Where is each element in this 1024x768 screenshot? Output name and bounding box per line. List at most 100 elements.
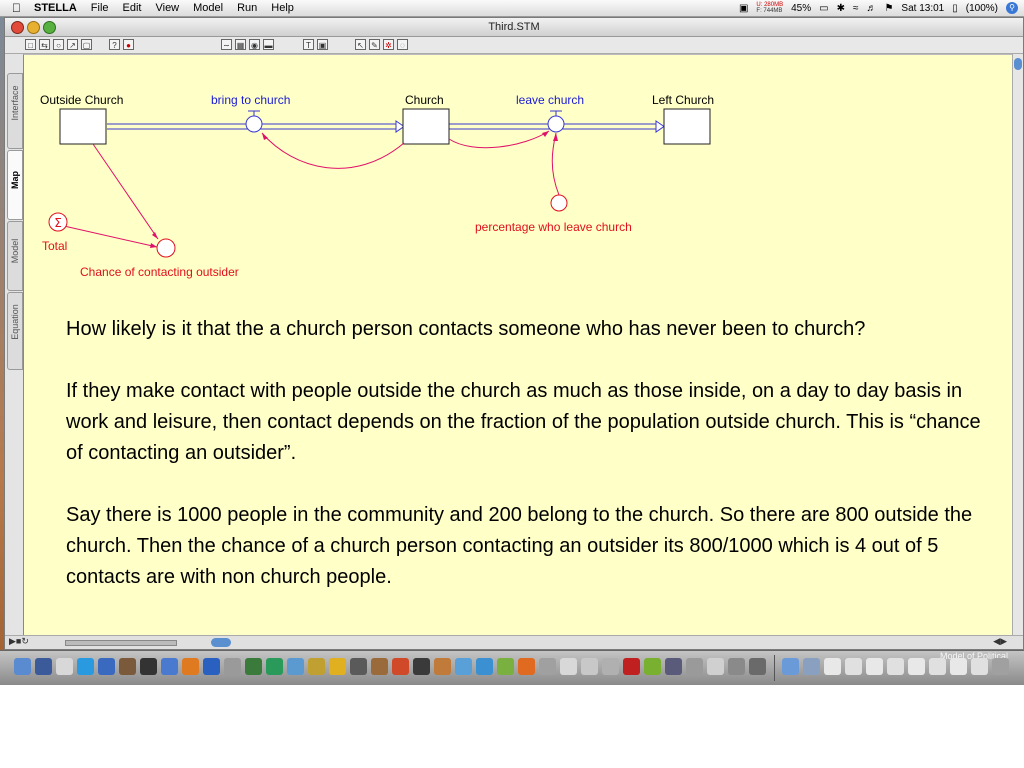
battery-icon[interactable]: ▯ bbox=[952, 3, 958, 14]
minimized-window-4[interactable] bbox=[887, 658, 904, 675]
app-icon-14[interactable] bbox=[287, 658, 304, 675]
bluetooth-icon[interactable]: ✱ bbox=[837, 3, 845, 14]
app-icon-33[interactable] bbox=[686, 658, 703, 675]
minimized-window-3[interactable] bbox=[866, 658, 883, 675]
minimized-window-5[interactable] bbox=[908, 658, 925, 675]
app-icon-20[interactable] bbox=[413, 658, 430, 675]
label-percentage-who-leave[interactable]: percentage who leave church bbox=[475, 220, 632, 234]
minimize-button[interactable] bbox=[27, 21, 40, 34]
app-icon-24[interactable] bbox=[497, 658, 514, 675]
menu-run[interactable]: Run bbox=[230, 2, 264, 14]
label-leave-church[interactable]: leave church bbox=[516, 93, 584, 107]
app-icon-38[interactable] bbox=[803, 658, 820, 675]
table-pad-icon[interactable]: ▦ bbox=[235, 39, 246, 50]
minimized-window-8[interactable] bbox=[971, 658, 988, 675]
binoculars-icon[interactable]: ▣ bbox=[739, 3, 748, 14]
connector-tool-icon[interactable]: ↗ bbox=[67, 39, 78, 50]
menu-edit[interactable]: Edit bbox=[116, 2, 149, 14]
app-icon-13[interactable] bbox=[266, 658, 283, 675]
battery-percent[interactable]: (100%) bbox=[966, 3, 998, 14]
label-total[interactable]: Total bbox=[42, 239, 67, 253]
folder-icon[interactable] bbox=[782, 658, 799, 675]
app-icon-18[interactable] bbox=[371, 658, 388, 675]
stock-outside-church[interactable] bbox=[59, 108, 107, 145]
connector-outside-to-chance[interactable] bbox=[92, 143, 159, 240]
minimized-window-7[interactable] bbox=[950, 658, 967, 675]
dynamite-tool-icon[interactable]: ✲ bbox=[383, 39, 394, 50]
picture-tool-icon[interactable]: ▣ bbox=[317, 39, 328, 50]
vpn-icon[interactable] bbox=[245, 658, 262, 675]
app-icon-5[interactable] bbox=[98, 658, 115, 675]
app-icon-34[interactable] bbox=[707, 658, 724, 675]
label-outside-church[interactable]: Outside Church bbox=[40, 93, 123, 107]
connector-church-to-bring[interactable] bbox=[261, 132, 405, 169]
menu-help[interactable]: Help bbox=[264, 2, 301, 14]
app-icon-25[interactable] bbox=[518, 658, 535, 675]
display-icon[interactable]: ▭ bbox=[819, 3, 828, 14]
app-icon-19[interactable] bbox=[392, 658, 409, 675]
numeric-display-icon[interactable]: ◉ bbox=[249, 39, 260, 50]
calendar-icon[interactable] bbox=[56, 658, 73, 675]
app-icon-28[interactable] bbox=[581, 658, 598, 675]
app-icon-26[interactable] bbox=[539, 658, 556, 675]
app-icon-23[interactable] bbox=[476, 658, 493, 675]
vertical-scroll-thumb[interactable] bbox=[1014, 58, 1022, 70]
acrobat-icon[interactable] bbox=[623, 658, 640, 675]
flow-tool-icon[interactable]: ⇆ bbox=[39, 39, 50, 50]
close-button[interactable] bbox=[11, 21, 24, 34]
zoom-slider[interactable] bbox=[65, 640, 177, 646]
converter-tool-icon[interactable]: ○ bbox=[53, 39, 64, 50]
decision-tool-icon[interactable]: ▢ bbox=[81, 39, 92, 50]
app-icon-7[interactable] bbox=[140, 658, 157, 675]
slider-tool-icon[interactable]: ▬ bbox=[263, 39, 274, 50]
tab-equation[interactable]: Equation bbox=[7, 292, 23, 370]
app-icon-16[interactable] bbox=[329, 658, 346, 675]
label-chance-of-contacting[interactable]: Chance of contacting outsider bbox=[80, 265, 239, 279]
trash-icon[interactable] bbox=[992, 658, 1009, 675]
help-tool-icon[interactable]: ? bbox=[109, 39, 120, 50]
app-icon-21[interactable] bbox=[434, 658, 451, 675]
dashboard-icon[interactable] bbox=[35, 658, 52, 675]
tab-model[interactable]: Model bbox=[7, 221, 23, 291]
app-icon-17[interactable] bbox=[350, 658, 367, 675]
connector-church-to-leave[interactable] bbox=[448, 130, 550, 149]
wifi-icon[interactable]: ≈ bbox=[853, 3, 859, 14]
label-church[interactable]: Church bbox=[405, 93, 444, 107]
label-bring-to-church[interactable]: bring to church bbox=[211, 93, 290, 107]
tab-interface[interactable]: Interface bbox=[7, 73, 23, 149]
apple-menu-icon[interactable]:  bbox=[0, 1, 27, 15]
cpu-meter[interactable]: 45% bbox=[791, 3, 811, 14]
menu-view[interactable]: View bbox=[148, 2, 186, 14]
app-icon-32[interactable] bbox=[665, 658, 682, 675]
skype-icon[interactable] bbox=[77, 658, 94, 675]
safari-icon[interactable] bbox=[203, 658, 220, 675]
title-bar[interactable]: Third.STM bbox=[5, 18, 1023, 37]
valve-leave-church[interactable] bbox=[547, 110, 565, 133]
app-menu[interactable]: STELLA bbox=[27, 2, 84, 14]
scroll-arrows-icon[interactable]: ◀▶ bbox=[993, 636, 1007, 647]
app-icon-15[interactable] bbox=[308, 658, 325, 675]
menu-file[interactable]: File bbox=[84, 2, 116, 14]
app-icon-36[interactable] bbox=[749, 658, 766, 675]
app-icon-11[interactable] bbox=[224, 658, 241, 675]
app-icon-6[interactable] bbox=[119, 658, 136, 675]
zoom-button[interactable] bbox=[43, 21, 56, 34]
horizontal-scroll-thumb[interactable] bbox=[211, 638, 231, 647]
menu-model[interactable]: Model bbox=[186, 2, 230, 14]
converter-percentage[interactable] bbox=[550, 194, 568, 212]
graph-pad-icon[interactable]: ∼ bbox=[221, 39, 232, 50]
stock-church[interactable] bbox=[402, 108, 450, 145]
firefox-icon[interactable] bbox=[182, 658, 199, 675]
valve-bring-to-church[interactable] bbox=[245, 110, 263, 133]
app-icon-22[interactable] bbox=[455, 658, 472, 675]
volume-icon[interactable]: ♬ bbox=[866, 3, 876, 14]
pointer-tool-icon[interactable]: ↖ bbox=[355, 39, 366, 50]
minimized-window-2[interactable] bbox=[845, 658, 862, 675]
minimized-window-1[interactable] bbox=[824, 658, 841, 675]
vertical-scrollbar[interactable] bbox=[1012, 54, 1023, 635]
finder-icon[interactable] bbox=[14, 658, 31, 675]
text-tool-icon[interactable]: T bbox=[303, 39, 314, 50]
stock-left-church[interactable] bbox=[663, 108, 711, 145]
clock[interactable]: Sat 13:01 bbox=[901, 3, 944, 14]
flag-icon[interactable]: ⚑ bbox=[884, 3, 893, 14]
